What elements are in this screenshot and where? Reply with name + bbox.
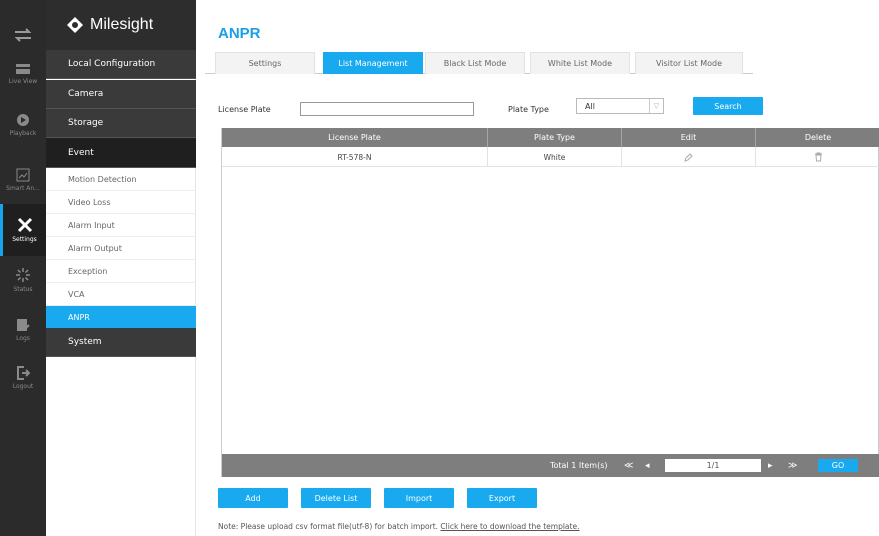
page-title: ANPR bbox=[218, 25, 261, 42]
brand: Milesight bbox=[46, 0, 196, 50]
pencil-icon bbox=[684, 152, 693, 162]
import-button[interactable]: Import bbox=[384, 488, 454, 508]
menu-local-configuration[interactable]: Local Configuration bbox=[46, 50, 196, 79]
status-icon bbox=[16, 268, 30, 282]
menu-storage[interactable]: Storage bbox=[46, 109, 196, 138]
license-plate-label: License Plate bbox=[218, 105, 271, 114]
rail-label: Settings bbox=[12, 236, 37, 243]
menu-video-loss[interactable]: Video Loss bbox=[46, 191, 196, 214]
menu-motion-detection[interactable]: Motion Detection bbox=[46, 168, 196, 191]
rail-label: Live View bbox=[8, 78, 38, 85]
table-row: RT-578-N White bbox=[222, 147, 879, 167]
icon-rail: Live View Playback Smart An... Settings … bbox=[0, 0, 46, 536]
download-template-link[interactable]: Click here to download the template. bbox=[440, 522, 579, 531]
delete-button[interactable] bbox=[756, 147, 879, 167]
rail-live-view[interactable]: Live View bbox=[0, 52, 46, 96]
export-button[interactable]: Export bbox=[467, 488, 537, 508]
brand-name: Milesight bbox=[90, 16, 154, 33]
tools-icon bbox=[17, 217, 32, 233]
column-header-license-plate: License Plate bbox=[222, 128, 488, 147]
rail-label: Status bbox=[13, 286, 33, 293]
edit-button[interactable] bbox=[622, 147, 756, 167]
trash-icon bbox=[814, 152, 822, 162]
note-text: Note: Please upload csv format file(utf-… bbox=[218, 522, 441, 531]
rail-label: Logs bbox=[16, 335, 30, 342]
plate-type-select[interactable]: All ▽ bbox=[576, 98, 664, 114]
page-input[interactable]: 1/1 bbox=[665, 459, 761, 472]
rail-playback[interactable]: Playback bbox=[0, 103, 46, 147]
tab-white-list-mode[interactable]: White List Mode bbox=[530, 52, 630, 74]
import-note: Note: Please upload csv format file(utf-… bbox=[218, 522, 579, 531]
plate-type-label: Plate Type bbox=[508, 105, 549, 114]
side-menu: Milesight Local Configuration Camera Sto… bbox=[46, 0, 196, 536]
playback-icon bbox=[17, 114, 29, 126]
menu-event[interactable]: Event bbox=[46, 138, 196, 168]
menu-exception[interactable]: Exception bbox=[46, 260, 196, 283]
cell-plate-type: White bbox=[488, 147, 622, 167]
total-items: Total 1 Item(s) bbox=[550, 461, 608, 470]
delete-list-button[interactable]: Delete List bbox=[301, 488, 371, 508]
swap-arrows-icon bbox=[14, 28, 32, 42]
milesight-logo-icon bbox=[67, 17, 83, 33]
menu-alarm-input[interactable]: Alarm Input bbox=[46, 214, 196, 237]
license-plate-input[interactable] bbox=[300, 102, 474, 116]
tab-visitor-list-mode[interactable]: Visitor List Mode bbox=[635, 52, 743, 74]
prev-page-icon[interactable]: ◂ bbox=[645, 454, 650, 477]
rail-status[interactable]: Status bbox=[0, 258, 46, 302]
menu-alarm-output[interactable]: Alarm Output bbox=[46, 237, 196, 260]
last-page-icon[interactable]: ≫ bbox=[788, 454, 797, 477]
menu-anpr[interactable]: ANPR bbox=[46, 306, 196, 329]
menu-camera[interactable]: Camera bbox=[46, 80, 196, 109]
logout-icon bbox=[17, 366, 30, 380]
next-page-icon[interactable]: ▸ bbox=[768, 454, 773, 477]
rail-label: Smart An... bbox=[6, 185, 40, 192]
chart-icon bbox=[16, 168, 30, 182]
rail-label: Playback bbox=[9, 130, 37, 137]
rail-label: Logout bbox=[12, 383, 34, 390]
column-header-delete: Delete bbox=[804, 133, 832, 142]
tab-list-management[interactable]: List Management bbox=[323, 52, 423, 74]
table-header: License Plate Plate Type Edit Delete bbox=[222, 128, 879, 147]
table-pager: Total 1 Item(s) ≪ ◂ 1/1 ▸ ≫ GO bbox=[222, 454, 879, 477]
menu-vca[interactable]: VCA bbox=[46, 283, 196, 306]
go-button[interactable]: GO bbox=[818, 459, 858, 472]
first-page-icon[interactable]: ≪ bbox=[624, 454, 633, 477]
add-button[interactable]: Add bbox=[218, 488, 288, 508]
rail-logout[interactable]: Logout bbox=[0, 356, 46, 400]
rail-logs[interactable]: Logs bbox=[0, 308, 46, 352]
menu-system[interactable]: System bbox=[46, 328, 196, 357]
rail-smart-analytics[interactable]: Smart An... bbox=[0, 158, 46, 202]
logs-icon bbox=[17, 319, 30, 331]
rail-settings[interactable]: Settings bbox=[0, 204, 46, 256]
tab-black-list-mode[interactable]: Black List Mode bbox=[425, 52, 525, 74]
live-view-icon bbox=[16, 64, 30, 74]
tab-settings[interactable]: Settings bbox=[215, 52, 315, 74]
search-button[interactable]: Search bbox=[693, 97, 763, 115]
tab-bar: Settings List Management Black List Mode… bbox=[205, 52, 753, 74]
plate-table: License Plate Plate Type Edit Delete RT-… bbox=[221, 128, 879, 477]
column-header-edit: Edit bbox=[622, 128, 756, 147]
plate-type-value: All bbox=[585, 101, 595, 111]
chevron-down-icon: ▽ bbox=[649, 99, 663, 113]
column-header-plate-type: Plate Type bbox=[488, 128, 622, 147]
cell-license-plate: RT-578-N bbox=[222, 147, 488, 167]
